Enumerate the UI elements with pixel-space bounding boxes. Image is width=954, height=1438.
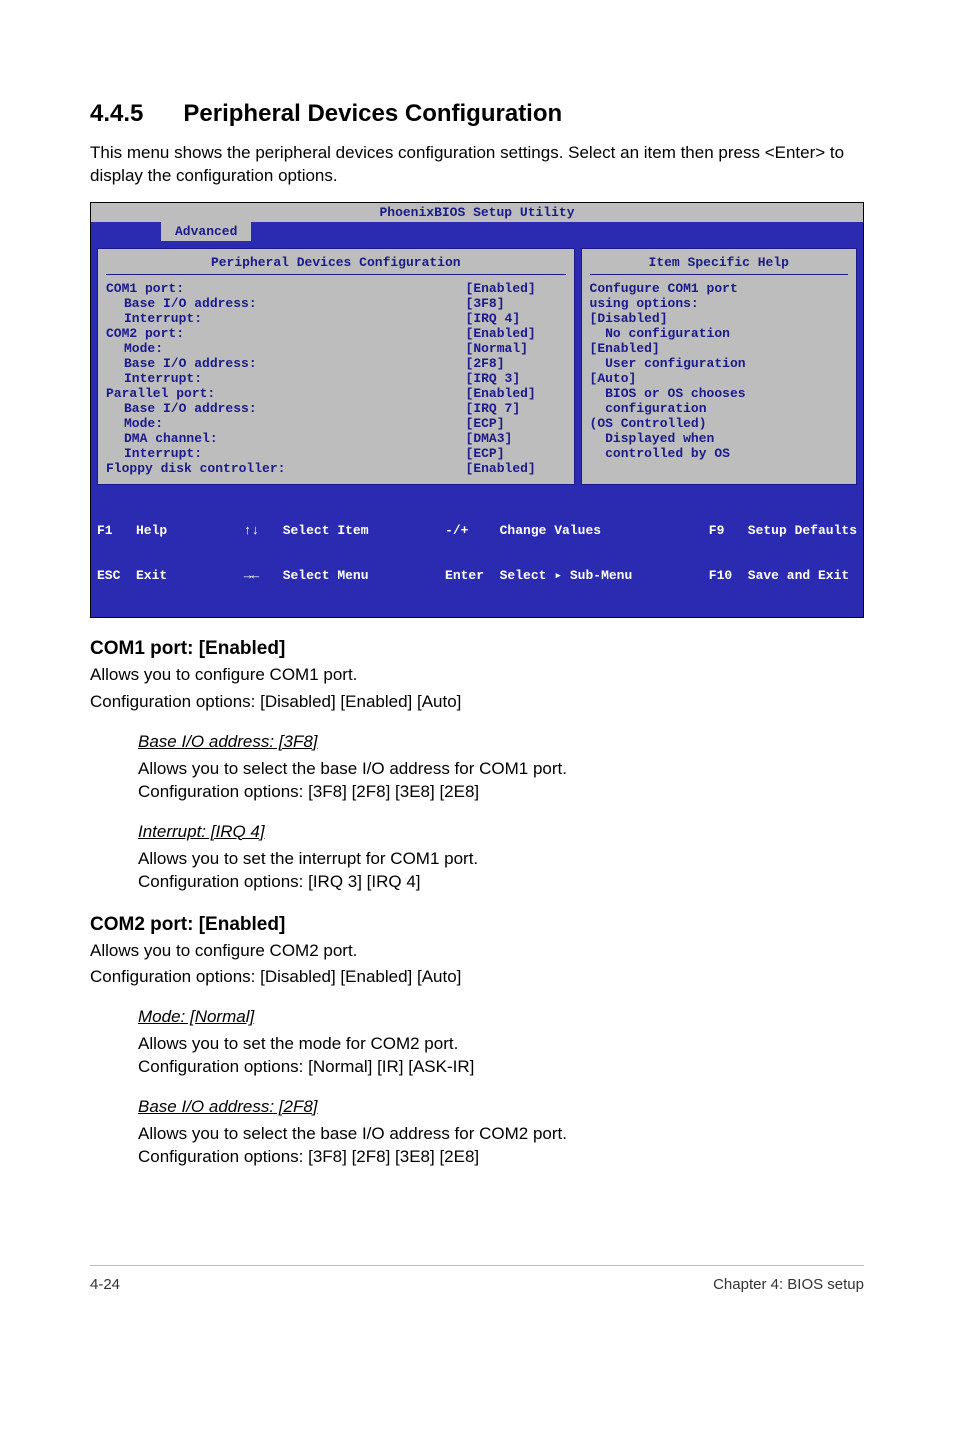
help-line: [Enabled] [590, 341, 848, 356]
com2-baseio-block: Base I/O address: [2F8] Allows you to se… [138, 1097, 864, 1169]
com1-irq-title: Interrupt: [IRQ 4] [138, 822, 864, 842]
setting-value: [IRQ 4] [446, 311, 566, 326]
com2-baseio-title: Base I/O address: [2F8] [138, 1097, 864, 1117]
setting-value: [Enabled] [446, 326, 566, 341]
com1-baseio-p1: Allows you to select the base I/O addres… [138, 758, 864, 781]
setting-label: Base I/O address: [106, 401, 257, 416]
footer-key: Enter Select ▸ Sub-Menu [445, 568, 632, 583]
footer-key: ESC Exit [97, 568, 167, 583]
com2-mode-title: Mode: [Normal] [138, 1007, 864, 1027]
bios-title: PhoenixBIOS Setup Utility [91, 203, 863, 222]
footer-key: ↑↓ Select Item [244, 523, 369, 538]
help-line: configuration [590, 401, 848, 416]
com1-baseio-title: Base I/O address: [3F8] [138, 732, 864, 752]
setting-label: Base I/O address: [106, 296, 257, 311]
setting-label: Interrupt: [106, 311, 202, 326]
bios-left-header: Peripheral Devices Configuration [106, 253, 566, 275]
bios-help-panel: Item Specific Help Confugure COM1 port u… [581, 248, 857, 485]
bios-tab-row: Advanced [91, 222, 863, 242]
setting-value: [DMA3] [446, 431, 566, 446]
com1-irq-p1: Allows you to set the interrupt for COM1… [138, 848, 864, 871]
com1-baseio-block: Base I/O address: [3F8] Allows you to se… [138, 732, 864, 804]
footer-key: F1 Help [97, 523, 167, 538]
help-line: using options: [590, 296, 848, 311]
setting-value: [Enabled] [446, 386, 566, 401]
help-line: Confugure COM1 port [590, 281, 848, 296]
help-line: controlled by OS [590, 446, 848, 461]
com1-desc-2: Configuration options: [Disabled] [Enabl… [90, 691, 864, 714]
section-heading: 4.4.5 Peripheral Devices Configuration [90, 100, 864, 128]
setting-label: DMA channel: [106, 431, 218, 446]
setting-label: Floppy disk controller: [106, 461, 285, 476]
setting-label: Mode: [106, 341, 163, 356]
setting-label: Interrupt: [106, 371, 202, 386]
help-line: No configuration [590, 326, 848, 341]
page-number: 4-24 [90, 1276, 120, 1293]
bios-screenshot: PhoenixBIOS Setup Utility Advanced Perip… [90, 202, 864, 618]
setting-value: [Enabled] [446, 461, 566, 476]
help-line: Displayed when [590, 431, 848, 446]
com1-irq-p2: Configuration options: [IRQ 3] [IRQ 4] [138, 871, 864, 894]
setting-label: Base I/O address: [106, 356, 257, 371]
bios-help-body: Confugure COM1 port using options: [Disa… [590, 281, 848, 461]
com1-irq-block: Interrupt: [IRQ 4] Allows you to set the… [138, 822, 864, 894]
setting-value: [ECP] [446, 416, 566, 431]
bios-help-header: Item Specific Help [590, 253, 848, 275]
setting-value: [IRQ 3] [446, 371, 566, 386]
com1-desc-1: Allows you to configure COM1 port. [90, 664, 864, 687]
setting-label: Mode: [106, 416, 163, 431]
bios-tab-advanced: Advanced [161, 222, 251, 241]
footer-key: F10 Save and Exit [709, 568, 857, 583]
setting-value: [3F8] [446, 296, 566, 311]
page-footer: 4-24 Chapter 4: BIOS setup [90, 1265, 864, 1323]
com2-mode-block: Mode: [Normal] Allows you to set the mod… [138, 1007, 864, 1079]
com2-baseio-p2: Configuration options: [3F8] [2F8] [3E8]… [138, 1146, 864, 1169]
chapter-label: Chapter 4: BIOS setup [713, 1276, 864, 1293]
com2-heading: COM2 port: [Enabled] [90, 914, 864, 936]
bios-left-panel: Peripheral Devices Configuration COM1 po… [97, 248, 575, 485]
com1-heading: COM1 port: [Enabled] [90, 638, 864, 660]
section-number: 4.4.5 [90, 100, 143, 127]
setting-value: [ECP] [446, 446, 566, 461]
setting-value: [IRQ 7] [446, 401, 566, 416]
setting-value: [2F8] [446, 356, 566, 371]
footer-key: -/+ Change Values [445, 523, 632, 538]
setting-value: [Normal] [446, 341, 566, 356]
help-line: [Disabled] [590, 311, 848, 326]
com1-baseio-p2: Configuration options: [3F8] [2F8] [3E8]… [138, 781, 864, 804]
help-line: User configuration [590, 356, 848, 371]
com2-baseio-p1: Allows you to select the base I/O addres… [138, 1123, 864, 1146]
setting-label: Parallel port: [106, 386, 215, 401]
com2-desc-2: Configuration options: [Disabled] [Enabl… [90, 966, 864, 989]
help-line: [Auto] [590, 371, 848, 386]
footer-key: F9 Setup Defaults [709, 523, 857, 538]
footer-key: →← Select Menu [244, 568, 369, 583]
bios-settings-list: COM1 port: [Enabled] Base I/O address: [3F… [106, 281, 566, 476]
com2-desc-1: Allows you to configure COM2 port. [90, 940, 864, 963]
help-line: (OS Controlled) [590, 416, 848, 431]
section-title: Peripheral Devices Configuration [183, 100, 562, 127]
com2-mode-p2: Configuration options: [Normal] [IR] [AS… [138, 1056, 864, 1079]
setting-label: COM1 port: [106, 281, 184, 296]
setting-label: COM2 port: [106, 326, 184, 341]
com2-mode-p1: Allows you to set the mode for COM2 port… [138, 1033, 864, 1056]
help-line: BIOS or OS chooses [590, 386, 848, 401]
setting-label: Interrupt: [106, 446, 202, 461]
setting-value: [Enabled] [446, 281, 566, 296]
bios-footer: F1 Help ESC Exit ↑↓ Select Item →← Selec… [91, 491, 863, 617]
section-intro: This menu shows the peripheral devices c… [90, 142, 864, 188]
